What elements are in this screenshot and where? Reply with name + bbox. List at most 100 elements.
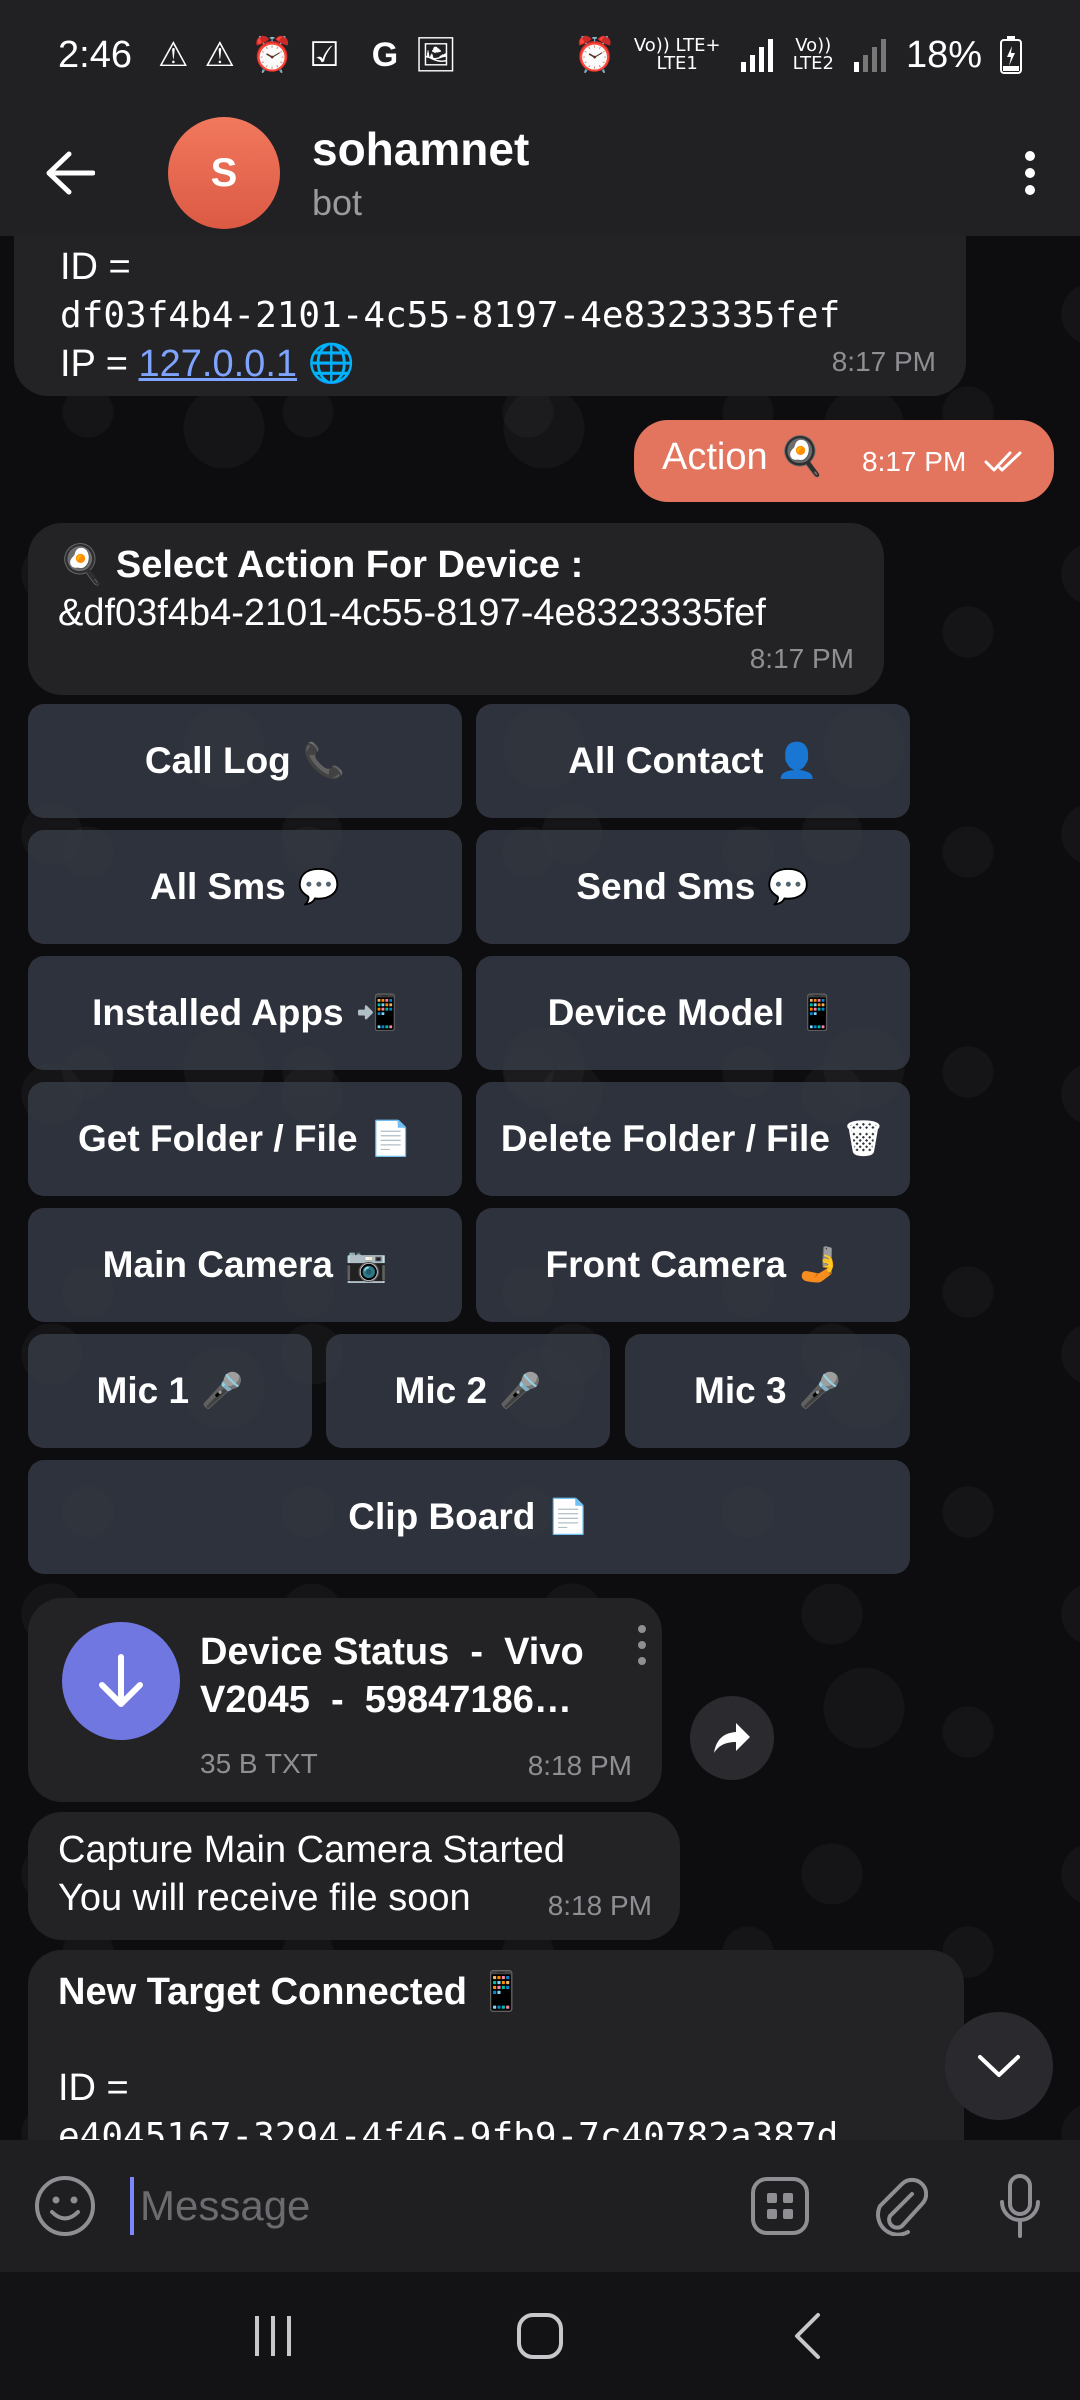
contact-icon: 👤 <box>775 742 818 780</box>
chat-area[interactable]: ID = df03f4b4-2101-4c55-8197-4e8323335fe… <box>0 236 1080 2140</box>
battery-percent: 18% <box>905 33 982 76</box>
call-log-button[interactable]: Call Log 📞 <box>28 704 462 818</box>
avatar[interactable]: S <box>168 117 280 229</box>
phone-icon: 📞 <box>302 742 346 780</box>
forward-button[interactable] <box>690 1696 774 1780</box>
recent-apps-icon <box>255 2316 292 2356</box>
all-contact-button[interactable]: All Contact 👤 <box>476 704 910 818</box>
message-line2: You will receive file soon <box>58 1877 471 1919</box>
download-arrow-icon <box>99 1654 143 1707</box>
message-select-action[interactable]: 🍳 Select Action For Device : &df03f4b4-2… <box>28 523 884 695</box>
button-label: Mic 3 <box>694 1370 787 1411</box>
message-input[interactable]: Message <box>130 2140 720 2272</box>
image-icon: 🖼 <box>414 36 458 74</box>
button-label: All Contact <box>568 740 764 781</box>
paperclip-icon <box>876 2177 928 2236</box>
message-time: 8:17 PM <box>749 643 854 674</box>
installed-apps-button[interactable]: Installed Apps 📲 <box>28 956 462 1070</box>
button-label: Device Model <box>547 992 785 1033</box>
recent-apps-button[interactable] <box>213 2286 333 2386</box>
battery-icon <box>1000 36 1022 74</box>
chat-subtitle: bot <box>312 182 363 223</box>
message-action-outgoing[interactable]: Action 🍳 8:17 PM <box>634 420 1054 502</box>
mobile-phone-icon: 📱 <box>796 994 839 1032</box>
mic-3-button[interactable]: Mic 3 🎤 <box>625 1334 910 1448</box>
message-title: New Target Connected 📱 <box>58 1971 525 2013</box>
system-back-button[interactable] <box>747 2286 867 2386</box>
delete-folder-file-button[interactable]: Delete Folder / File 🗑 <box>476 1082 910 1196</box>
status-bar: 2:46 ⚠ ⚠ ⏰ ☑ G 🖼 ⏰ Vo)) LTE+ LTE1 Vo)) L… <box>0 0 1080 110</box>
file-menu-icon[interactable] <box>636 1624 648 1666</box>
message-time: 8:17 PM <box>831 346 936 377</box>
double-check-icon <box>984 451 1022 472</box>
voice-record-button[interactable] <box>960 2140 1080 2272</box>
message-capture[interactable]: Capture Main Camera Started You will rec… <box>28 1812 680 1940</box>
chat-title-block[interactable]: sohamnet bot <box>312 122 529 224</box>
globe-icon: 🌐 <box>307 343 355 385</box>
message-placeholder: Message <box>140 2182 311 2229</box>
button-label: Main Camera <box>102 1244 333 1285</box>
device-model-button[interactable]: Device Model 📱 <box>476 956 910 1070</box>
trash-icon: 🗑 <box>841 1120 886 1158</box>
keyboard-grid-icon <box>751 2177 809 2235</box>
attach-button[interactable] <box>840 2140 960 2272</box>
message-time: 8:17 PM <box>862 446 967 477</box>
message-line1: Capture Main Camera Started <box>58 1829 565 1871</box>
bot-commands-button[interactable] <box>720 2140 840 2272</box>
volte1-indicator: Vo)) LTE+ LTE1 <box>634 37 721 73</box>
status-left: 2:46 ⚠ ⚠ ⏰ ☑ G 🖼 <box>58 34 457 77</box>
ip-link[interactable]: 127.0.0.1 <box>139 343 297 385</box>
clipboard-button[interactable]: Clip Board 📄 <box>28 1460 910 1574</box>
warning-icon: ⚠ <box>157 36 189 74</box>
back-chevron-icon <box>794 2313 820 2359</box>
volte1-bottom: LTE1 <box>656 53 698 74</box>
front-camera-button[interactable]: Front Camera 🤳 <box>476 1208 910 1322</box>
message-file[interactable]: Device Status - Vivo V2045 - 59847186… 3… <box>28 1598 662 1802</box>
volte2-bottom: LTE2 <box>792 53 834 74</box>
message-id-value: df03f4b4-2101-4c55-8197-4e8323335fef <box>60 295 841 336</box>
file-name-line1: Device Status - Vivo <box>200 1631 584 1673</box>
microphone-icon <box>1000 2174 1040 2238</box>
message-new-target[interactable]: New Target Connected 📱 ID = e4045167-329… <box>28 1950 964 2140</box>
microphone-icon: 🎤 <box>201 1372 244 1410</box>
message-time: 8:18 PM <box>547 1890 652 1921</box>
back-button[interactable] <box>0 110 140 236</box>
main-camera-button[interactable]: Main Camera 📷 <box>28 1208 462 1322</box>
signal-icon <box>853 39 886 72</box>
button-label: Send Sms <box>576 866 756 907</box>
microphone-icon: 🎤 <box>499 1372 542 1410</box>
home-button[interactable] <box>480 2286 600 2386</box>
emoji-button[interactable] <box>0 2140 130 2272</box>
message-device-info[interactable]: ID = df03f4b4-2101-4c55-8197-4e8323335fe… <box>14 236 966 396</box>
all-sms-button[interactable]: All Sms 💬 <box>28 830 462 944</box>
chat-header: S sohamnet bot <box>0 110 1080 236</box>
message-input-bar: Message <box>0 2140 1080 2272</box>
button-label: Mic 2 <box>394 1370 488 1411</box>
google-icon: G <box>371 35 399 74</box>
alarm-icon: ⏰ <box>573 36 616 74</box>
selfie-icon: 🤳 <box>798 1246 841 1284</box>
button-label: Get Folder / File <box>78 1118 358 1159</box>
mic-2-button[interactable]: Mic 2 🎤 <box>326 1334 610 1448</box>
document-icon: 📄 <box>547 1498 590 1536</box>
mic-1-button[interactable]: Mic 1 🎤 <box>28 1334 312 1448</box>
send-sms-button[interactable]: Send Sms 💬 <box>476 830 910 944</box>
text-caret <box>130 2177 134 2235</box>
more-vertical-icon <box>1025 151 1035 195</box>
document-icon: 📄 <box>369 1120 412 1158</box>
get-folder-file-button[interactable]: Get Folder / File 📄 <box>28 1082 462 1196</box>
message-id-label: ID = <box>60 246 131 288</box>
file-name-line2: V2045 - 59847186… <box>200 1679 572 1721</box>
message-id-label: ID = <box>58 2067 129 2109</box>
download-button[interactable] <box>62 1622 180 1740</box>
message-time: 8:18 PM <box>527 1750 632 1781</box>
speech-bubble-icon: 💬 <box>297 868 341 906</box>
avatar-letter: S <box>210 150 238 195</box>
volte2-indicator: Vo)) LTE2 <box>793 37 834 73</box>
checkbox-icon: ☑ <box>309 36 340 74</box>
status-right: ⏰ Vo)) LTE+ LTE1 Vo)) LTE2 18% <box>574 34 1022 77</box>
signal-icon <box>740 39 773 72</box>
scroll-to-bottom-button[interactable] <box>945 2012 1053 2120</box>
message-line2: &df03f4b4-2101-4c55-8197-4e8323335fef <box>58 592 766 634</box>
more-options-button[interactable] <box>980 110 1080 236</box>
